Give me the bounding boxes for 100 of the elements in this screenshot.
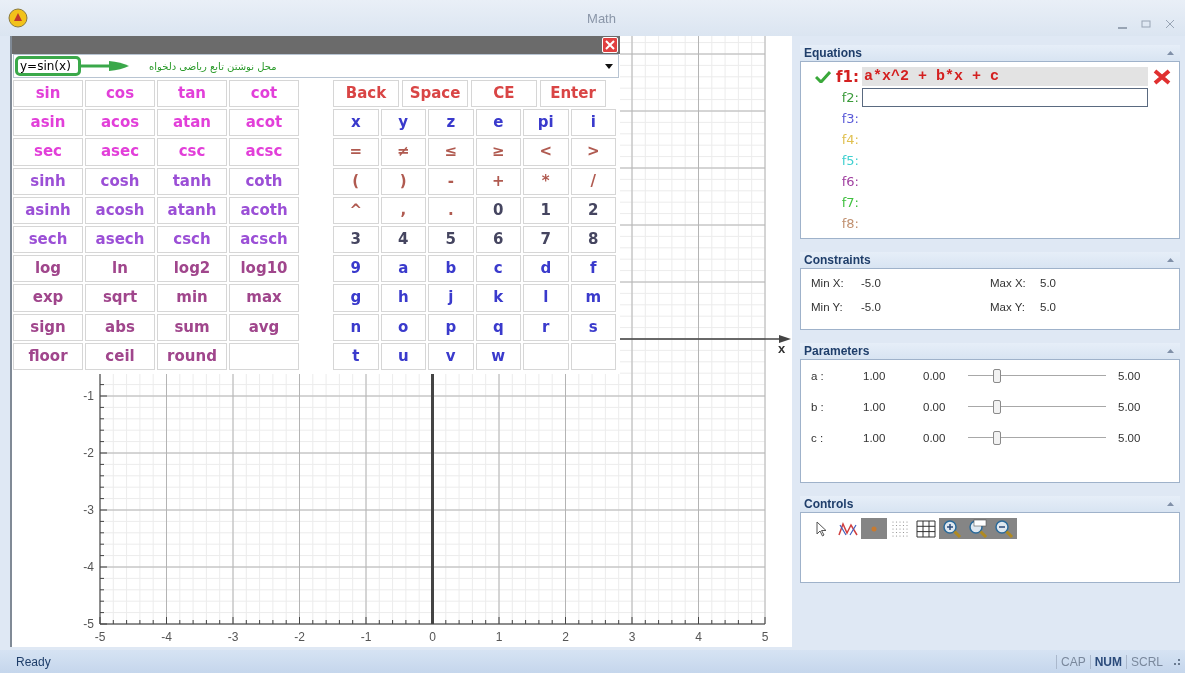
keypad-key[interactable]: sqrt xyxy=(85,284,155,312)
keypad-key[interactable]: ^ xyxy=(333,196,379,224)
section-header[interactable]: Parameters xyxy=(800,343,1180,359)
keypad-key[interactable]: q xyxy=(475,313,521,341)
close-button[interactable] xyxy=(1163,17,1177,31)
keypad-key[interactable]: cos xyxy=(85,80,155,108)
keypad-key[interactable]: sinh xyxy=(13,167,83,195)
keypad-key[interactable]: floor xyxy=(13,342,83,370)
keypad-key[interactable]: p xyxy=(428,313,474,341)
command-key[interactable]: Back xyxy=(333,80,399,108)
keypad-key[interactable]: k xyxy=(475,284,521,312)
keypad-key[interactable]: h xyxy=(380,284,426,312)
constraint-value[interactable]: 5.0 xyxy=(1040,301,1056,313)
equation-expression[interactable]: a*x^2 + b*x + c xyxy=(862,67,1148,86)
keypad-key[interactable]: acsc xyxy=(229,138,299,166)
keypad-key[interactable]: sum xyxy=(157,313,227,341)
parameter-slider[interactable] xyxy=(968,368,1106,383)
section-header[interactable]: Equations xyxy=(800,45,1180,61)
keypad-key[interactable]: log10 xyxy=(229,255,299,283)
keypad-key[interactable]: pi xyxy=(523,109,569,137)
keypad-key[interactable]: 4 xyxy=(380,225,426,254)
keypad-key[interactable]: exp xyxy=(13,284,83,312)
keypad-key[interactable]: y xyxy=(380,109,426,137)
keypad-key[interactable]: > xyxy=(570,138,616,166)
keypad-key[interactable]: ( xyxy=(333,167,379,195)
keypad-key[interactable]: e xyxy=(475,109,521,137)
section-header[interactable]: Controls xyxy=(800,496,1180,512)
delete-icon[interactable] xyxy=(1153,68,1171,85)
keypad-key[interactable]: r xyxy=(523,313,569,341)
equation-input[interactable] xyxy=(862,88,1148,107)
keypad-key[interactable]: ) xyxy=(380,167,426,195)
keypad-key[interactable]: i xyxy=(570,109,616,137)
keypad-key[interactable]: min xyxy=(157,284,227,312)
keypad-key[interactable]: + xyxy=(475,167,521,195)
keypad-key[interactable]: asec xyxy=(85,138,155,166)
keypad-key[interactable]: x xyxy=(333,109,379,137)
keypad-key[interactable]: tan xyxy=(157,80,227,108)
keypad-key[interactable]: a xyxy=(380,255,426,283)
keypad-key[interactable]: , xyxy=(380,196,426,224)
keypad-key[interactable]: ceil xyxy=(85,342,155,370)
keypad-key[interactable]: asech xyxy=(85,225,155,254)
slider-thumb[interactable] xyxy=(992,368,1001,383)
keypad-key[interactable]: 5 xyxy=(428,225,474,254)
keypad-key[interactable]: atan xyxy=(157,109,227,137)
keypad-key[interactable]: sign xyxy=(13,313,83,341)
keypad-key[interactable]: log xyxy=(13,255,83,283)
command-key[interactable]: CE xyxy=(471,80,537,108)
keypad-key[interactable]: d xyxy=(523,255,569,283)
function-input[interactable]: y=sin(x) xyxy=(15,56,81,76)
slider-thumb[interactable] xyxy=(992,430,1001,445)
keypad-key[interactable]: sech xyxy=(13,225,83,254)
keypad-key[interactable]: sin xyxy=(13,80,83,108)
keypad-key[interactable]: 9 xyxy=(333,255,379,283)
keypad-key[interactable]: n xyxy=(333,313,379,341)
keypad-key[interactable]: m xyxy=(570,284,616,312)
keypad-key[interactable]: acsch xyxy=(229,225,299,254)
keypad-key[interactable]: . xyxy=(428,196,474,224)
slider-thumb[interactable] xyxy=(992,399,1001,414)
keypad-key[interactable]: f xyxy=(570,255,616,283)
keypad-key[interactable]: 2 xyxy=(570,196,616,224)
keypad-key[interactable]: l xyxy=(523,284,569,312)
keypad-key[interactable]: asinh xyxy=(13,196,83,224)
constraint-value[interactable]: -5.0 xyxy=(861,277,881,289)
keypad-key[interactable]: avg xyxy=(229,313,299,341)
keypad-key[interactable]: acoth xyxy=(229,196,299,224)
keypad-key[interactable]: ≥ xyxy=(475,138,521,166)
keypad-key[interactable]: ln xyxy=(85,255,155,283)
keypad-key[interactable]: acosh xyxy=(85,196,155,224)
keypad-key[interactable]: asin xyxy=(13,109,83,137)
keypad-key[interactable]: c xyxy=(475,255,521,283)
keypad-key[interactable]: 3 xyxy=(333,225,379,254)
keypad-key[interactable]: sec xyxy=(13,138,83,166)
close-button[interactable] xyxy=(602,37,618,53)
command-key[interactable]: Space xyxy=(402,80,468,108)
keypad-key[interactable]: / xyxy=(570,167,616,195)
keypad-key[interactable]: round xyxy=(157,342,227,370)
keypad-key[interactable]: j xyxy=(428,284,474,312)
keypad-key[interactable]: max xyxy=(229,284,299,312)
keypad-key[interactable]: z xyxy=(428,109,474,137)
keypad-key[interactable]: 8 xyxy=(570,225,616,254)
keypad-key[interactable]: coth xyxy=(229,167,299,195)
keypad-key[interactable]: log2 xyxy=(157,255,227,283)
keypad-key[interactable]: < xyxy=(523,138,569,166)
keypad-key[interactable]: * xyxy=(523,167,569,195)
section-header[interactable]: Constraints xyxy=(800,252,1180,268)
keypad-key[interactable]: 6 xyxy=(475,225,521,254)
keypad-key[interactable]: 7 xyxy=(523,225,569,254)
keypad-key[interactable]: v xyxy=(428,342,474,370)
keypad-key[interactable]: 1 xyxy=(523,196,569,224)
keypad-key[interactable]: s xyxy=(570,313,616,341)
keypad-key[interactable]: acot xyxy=(229,109,299,137)
keypad-key[interactable]: acos xyxy=(85,109,155,137)
keypad-key[interactable]: atanh xyxy=(157,196,227,224)
keypad-key[interactable]: cot xyxy=(229,80,299,108)
keypad-key[interactable]: o xyxy=(380,313,426,341)
keypad-key[interactable]: csch xyxy=(157,225,227,254)
keypad-key[interactable]: t xyxy=(333,342,379,370)
keypad-key[interactable]: ≤ xyxy=(428,138,474,166)
keypad-key[interactable]: g xyxy=(333,284,379,312)
keypad-key[interactable]: cosh xyxy=(85,167,155,195)
